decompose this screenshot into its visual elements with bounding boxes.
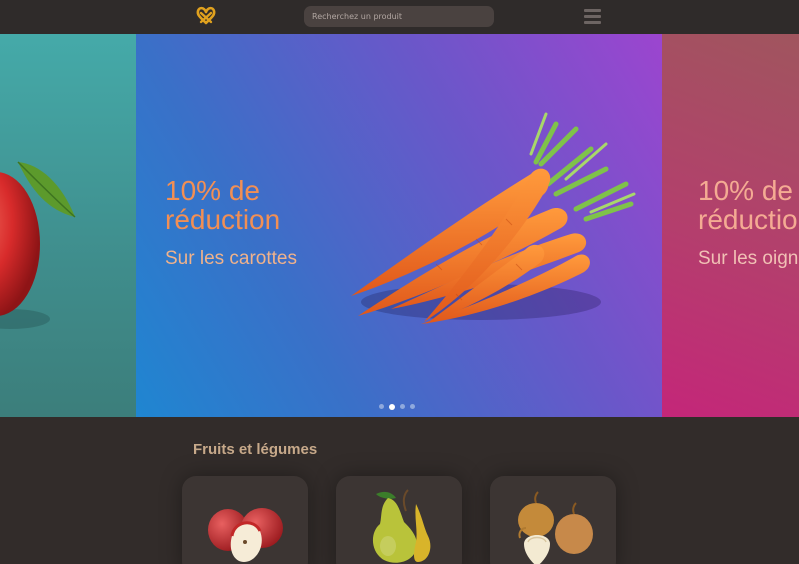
carousel-dot[interactable] [400,404,405,409]
onion-image [518,491,593,564]
product-card[interactable] [490,476,616,564]
promo-subtitle: Sur les oign [698,248,799,269]
search-input[interactable] [312,12,486,21]
menu-line [584,9,601,12]
top-bar [0,0,799,34]
pretzel-icon[interactable] [194,5,218,27]
section-title: Fruits et légumes [193,441,318,458]
carousel-dot-active[interactable] [389,403,395,410]
hamburger-menu-icon[interactable] [584,9,601,24]
carousel-slide-active[interactable]: 10% de réduction Sur les carottes [136,34,662,417]
apple-image [208,508,283,562]
search-bar[interactable] [304,6,494,27]
carousel-dots [379,403,415,410]
carousel-dot[interactable] [410,404,415,409]
menu-line [584,15,601,18]
menu-line [584,21,601,24]
product-card[interactable] [182,476,308,564]
carousel-slide-next[interactable]: 10% de réduction Sur les oign [662,34,799,417]
carrot-image [351,112,636,324]
product-card[interactable] [336,476,462,564]
promo-title: 10% de réduction [698,175,799,235]
carousel-dot[interactable] [379,404,384,409]
carousel-slide-previous[interactable] [0,34,136,417]
apple-image [0,161,76,329]
pear-image [372,489,431,563]
promo-carousel[interactable]: 10% de réduction Sur les carottes 10% de… [0,34,799,417]
